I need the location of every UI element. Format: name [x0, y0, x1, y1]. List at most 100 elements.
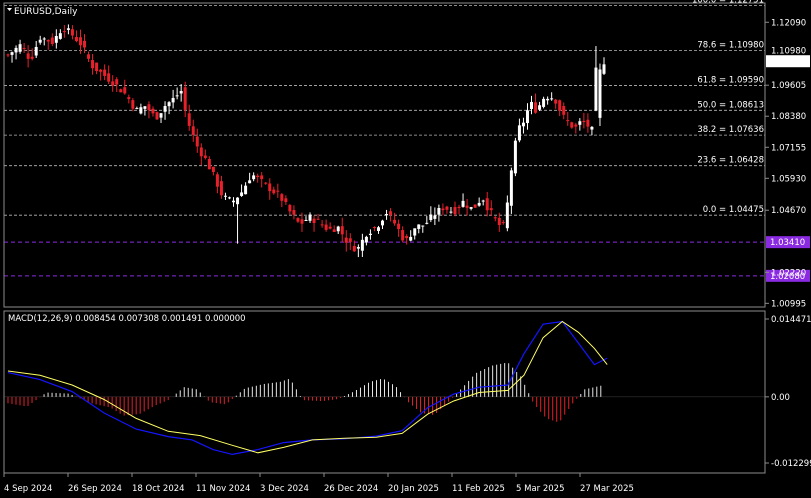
- time-tick-label: 26 Sep 2024: [68, 484, 122, 494]
- candle-bear: [91, 60, 95, 69]
- candle-bear: [453, 207, 457, 215]
- candle-bull: [159, 113, 163, 118]
- candle-bull: [336, 226, 340, 232]
- candle-bear: [276, 190, 280, 192]
- candle-bear: [256, 175, 260, 178]
- candle-bull: [413, 228, 417, 236]
- candle-bull: [525, 110, 529, 124]
- candle-bear: [215, 174, 219, 187]
- candle-bull: [521, 122, 525, 127]
- candle-bull: [143, 106, 147, 109]
- candle-bull: [163, 106, 167, 112]
- candle-bear: [203, 155, 207, 159]
- price-tick-label: 1.12090: [771, 18, 806, 28]
- candle-bear: [340, 226, 344, 235]
- time-tick-label: 3 Dec 2024: [260, 484, 309, 494]
- candle-bear: [562, 106, 566, 115]
- candle-bull: [509, 170, 513, 206]
- price-panel[interactable]: 100.0 = 1.1275178.6 = 1.1098061.8 = 1.09…: [4, 0, 765, 277]
- candle-bear: [272, 189, 276, 194]
- macd-tick-label: 0.014471: [771, 315, 811, 325]
- candle-bear: [151, 108, 155, 114]
- candle-bull: [34, 46, 38, 56]
- candle-bull: [14, 47, 18, 53]
- candle-bear: [582, 120, 586, 123]
- candle-bear: [183, 87, 187, 110]
- candle-bear: [352, 245, 356, 252]
- candle-bear: [586, 119, 590, 127]
- time-tick-label: 20 Jan 2025: [388, 484, 439, 494]
- candle-bull: [513, 140, 517, 174]
- candle-bear: [489, 208, 493, 211]
- candle-bear: [78, 37, 82, 46]
- candle-bear: [195, 136, 199, 147]
- candle-bear: [284, 198, 288, 202]
- candle-bull: [530, 101, 534, 109]
- candle-bear: [264, 182, 268, 184]
- candle-bear: [493, 217, 497, 219]
- candle-bull: [10, 52, 14, 55]
- candle-bull: [18, 44, 22, 52]
- candle-bear: [115, 79, 119, 85]
- macd-tick-label: 0.00: [771, 393, 790, 403]
- candle-bear: [26, 53, 30, 59]
- price-tick-label: 1.05930: [771, 174, 806, 184]
- candle-bull: [578, 121, 582, 125]
- candle-bear: [187, 113, 191, 126]
- time-tick-label: 18 Oct 2024: [132, 484, 185, 494]
- candle-bull: [248, 180, 252, 184]
- candle-bear: [103, 69, 107, 76]
- candle-bear: [191, 126, 195, 135]
- candle-bull: [252, 175, 256, 180]
- candle-bear: [147, 104, 151, 111]
- candle-bear: [316, 218, 320, 220]
- macd-label: MACD(12,26,9) 0.008454 0.007308 0.001491…: [8, 314, 246, 324]
- candle-bear: [389, 211, 393, 215]
- candle-bull: [304, 219, 308, 221]
- price-tick-label: 1.10980: [771, 46, 806, 56]
- candle-bear: [127, 97, 131, 100]
- price-tick-label: 1.08380: [771, 112, 806, 122]
- dropdown-arrow-icon[interactable]: [7, 8, 12, 11]
- candle-bear: [401, 230, 405, 241]
- candle-bull: [236, 197, 240, 205]
- candle-bear: [320, 224, 324, 226]
- current-price-label: 1.10552: [769, 57, 804, 67]
- candle-bull: [360, 239, 364, 251]
- candle-bull: [223, 195, 227, 197]
- candle-bear: [348, 238, 352, 242]
- candle-bull: [240, 192, 244, 196]
- candle-bull: [417, 224, 421, 229]
- candle-bear: [405, 235, 409, 239]
- candle-bear: [107, 73, 111, 82]
- price-tick-label: 1.02220: [771, 268, 806, 278]
- candle-bear: [570, 122, 574, 128]
- macd-line: [7, 320, 608, 456]
- candle-bear: [292, 210, 296, 215]
- candle-bull: [244, 185, 248, 195]
- candle-bull: [175, 95, 179, 97]
- candle-bear: [312, 218, 316, 224]
- candle-bear: [95, 62, 99, 72]
- candle-bull: [425, 222, 429, 224]
- candle-bull: [421, 225, 425, 227]
- candle-bear: [328, 226, 332, 229]
- candle-bear: [123, 87, 127, 94]
- candle-bear: [473, 204, 477, 208]
- eurusd-chart[interactable]: 100.0 = 1.1275178.6 = 1.1098061.8 = 1.09…: [0, 0, 811, 498]
- candle-bull: [538, 105, 542, 110]
- candle-bull: [385, 213, 389, 216]
- candle-bear: [554, 99, 558, 104]
- candle-bull: [356, 247, 360, 249]
- candle-bull: [381, 220, 385, 226]
- candle-bull: [449, 211, 453, 213]
- candle-bull: [58, 33, 62, 39]
- time-tick-label: 27 Mar 2025: [580, 484, 634, 494]
- candle-bull: [469, 207, 473, 209]
- candle-bull: [477, 202, 481, 206]
- time-tick-label: 11 Nov 2024: [196, 484, 250, 494]
- candle-bull: [139, 107, 143, 114]
- macd-panel[interactable]: [4, 320, 765, 456]
- candle-bear: [296, 218, 300, 222]
- candle-bull: [429, 214, 433, 221]
